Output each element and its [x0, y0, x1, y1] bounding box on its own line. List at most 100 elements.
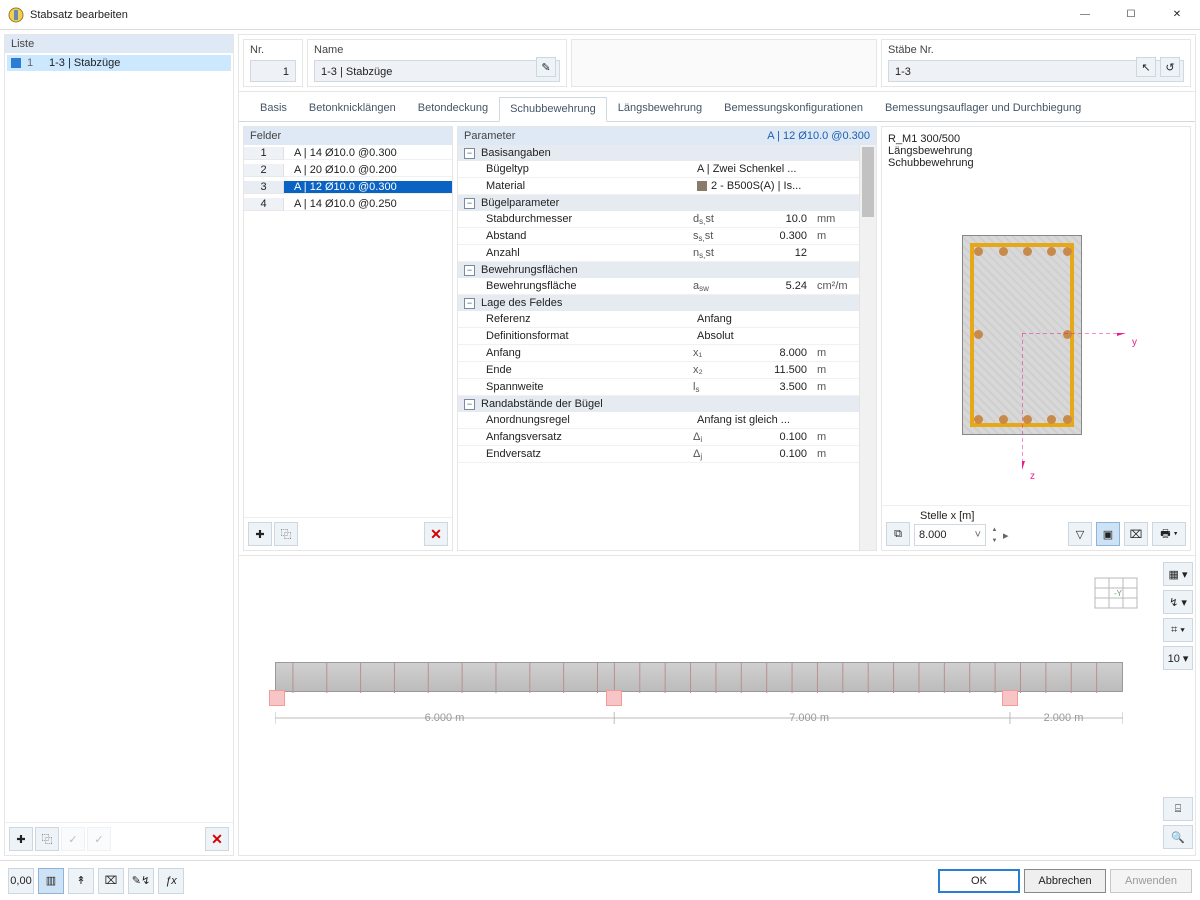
- section-panel: R_M1 300/500 Längsbewehrung Schubbewehru…: [881, 126, 1191, 551]
- top-row: Nr. 1 Name 1-3 | Stabzüge ✎ Stäbe Nr. 1-…: [239, 35, 1195, 92]
- stabe-label: Stäbe Nr.: [888, 44, 1184, 56]
- tree-item-num: 1: [27, 57, 43, 69]
- new-button[interactable]: ✚: [9, 827, 33, 851]
- param-row[interactable]: Anzahlns,st12: [458, 245, 859, 262]
- section-crop-button[interactable]: ▣: [1096, 522, 1120, 546]
- delete-button[interactable]: ✕: [205, 827, 229, 851]
- close-button[interactable]: ✕: [1154, 0, 1200, 29]
- beam-viewer[interactable]: -Y 6.000 m 7.000 m 2.000 m: [245, 562, 1153, 849]
- pencil-button[interactable]: ✎↯: [128, 868, 154, 894]
- felder-row-2[interactable]: 2A | 20 Ø10.0 @0.200: [244, 162, 452, 179]
- view-cube-button[interactable]: ▦ ▾: [1163, 562, 1193, 586]
- felder-new-button[interactable]: ✚: [248, 522, 272, 546]
- app-icon: [8, 7, 24, 23]
- felder-row-3[interactable]: 3A | 12 Ø10.0 @0.300: [244, 179, 452, 196]
- maximize-button[interactable]: ☐: [1108, 0, 1154, 29]
- nr-field[interactable]: 1: [250, 60, 296, 82]
- color-swatch-icon: [11, 58, 21, 68]
- param-row[interactable]: ReferenzAnfang: [458, 311, 859, 328]
- fx-button[interactable]: ƒx: [158, 868, 184, 894]
- param-row[interactable]: Stabdurchmesserds,st10.0mm: [458, 211, 859, 228]
- tab-bemessungskonfigurationen[interactable]: Bemessungskonfigurationen: [713, 96, 874, 121]
- check-down-button[interactable]: ✓: [61, 827, 85, 851]
- tab-laengsbewehrung[interactable]: Längsbewehrung: [607, 96, 713, 121]
- stelle-label: Stelle x [m]: [920, 510, 1064, 522]
- tab-bemessungsauflager[interactable]: Bemessungsauflager und Durchbiegung: [874, 96, 1092, 121]
- param-row[interactable]: Material2 - B500S(A) | Is...: [458, 178, 859, 195]
- stelle-spinner[interactable]: ▲▼: [990, 524, 999, 546]
- stabe-reset-button[interactable]: ↺: [1160, 57, 1180, 77]
- stabe-pick-button[interactable]: ↖: [1136, 57, 1156, 77]
- sidebar: Liste 1 1-3 | Stabzüge ✚ ⿻ ✓ ✓ ✕: [4, 34, 234, 856]
- section-print-button[interactable]: 🖶 ▾: [1152, 522, 1186, 546]
- ok-button[interactable]: OK: [938, 869, 1020, 893]
- felder-row-1[interactable]: 1A | 14 Ø10.0 @0.300: [244, 145, 452, 162]
- beam-graphic: [275, 662, 1123, 692]
- dialog-footer: 0,00 ▥ ↟ ⌧ ✎↯ ƒx OK Abbrechen Anwenden: [0, 860, 1200, 900]
- param-group[interactable]: −Bügelparameter: [458, 195, 859, 211]
- felder-panel: Felder 1A | 14 Ø10.0 @0.3002A | 20 Ø10.0…: [243, 126, 453, 551]
- graph-button[interactable]: ⌧: [98, 868, 124, 894]
- support-handle-1[interactable]: [269, 690, 285, 706]
- param-row[interactable]: BügeltypA | Zwei Schenkel ...: [458, 161, 859, 178]
- view-axis-button[interactable]: ↯ ▾: [1163, 590, 1193, 614]
- stelle-input[interactable]: 8.000˅: [914, 524, 986, 546]
- tree-item-1[interactable]: 1 1-3 | Stabzüge: [7, 55, 231, 71]
- param-group[interactable]: −Basisangaben: [458, 145, 859, 161]
- tab-basis[interactable]: Basis: [249, 96, 298, 121]
- support-handle-2[interactable]: [606, 690, 622, 706]
- view-extra-button[interactable]: ⌸: [1163, 797, 1193, 821]
- color-button[interactable]: ▥: [38, 868, 64, 894]
- param-group[interactable]: −Bewehrungsflächen: [458, 262, 859, 278]
- name-field[interactable]: 1-3 | Stabzüge: [314, 60, 560, 82]
- member-set-tree: 1 1-3 | Stabzüge: [5, 53, 233, 822]
- apply-button[interactable]: Anwenden: [1110, 869, 1192, 893]
- param-row[interactable]: AnordnungsregelAnfang ist gleich ...: [458, 412, 859, 429]
- param-group[interactable]: −Lage des Feldes: [458, 295, 859, 311]
- parameter-scrollbar[interactable]: [859, 145, 876, 550]
- section-plot-button[interactable]: ⌧: [1124, 522, 1148, 546]
- felder-row-4[interactable]: 4A | 14 Ø10.0 @0.250: [244, 196, 452, 213]
- axis-y-label: y: [1132, 337, 1137, 348]
- param-row[interactable]: Spannweitels3.500m: [458, 379, 859, 396]
- svg-text:-Y: -Y: [1114, 589, 1123, 598]
- units-button[interactable]: 0,00: [8, 868, 34, 894]
- minimize-button[interactable]: —: [1062, 0, 1108, 29]
- param-row[interactable]: DefinitionsformatAbsolut: [458, 328, 859, 345]
- param-row[interactable]: Bewehrungsflächeasw5.24cm²/m: [458, 278, 859, 295]
- section-filter-button[interactable]: ▽: [1068, 522, 1092, 546]
- section-info: R_M1 300/500 Längsbewehrung Schubbewehru…: [882, 127, 1190, 175]
- section-layer-button[interactable]: ⧉: [886, 522, 910, 546]
- nr-box: Nr. 1: [243, 39, 303, 87]
- view-scale-button[interactable]: 10 ▾: [1163, 646, 1193, 670]
- dim-3: 2.000 m: [1044, 712, 1084, 724]
- view-zoom-button[interactable]: 🔍: [1163, 825, 1193, 849]
- stabe-box: Stäbe Nr. 1-3 ↖ ↺: [881, 39, 1191, 87]
- tab-schubbewehrung[interactable]: Schubbewehrung: [499, 97, 607, 122]
- param-row[interactable]: EndversatzΔj0.100m: [458, 446, 859, 463]
- section-viewer[interactable]: y z: [882, 175, 1190, 505]
- view-cube[interactable]: -Y: [1093, 574, 1139, 612]
- duplicate-button[interactable]: ⿻: [35, 827, 59, 851]
- felder-duplicate-button[interactable]: ⿻: [274, 522, 298, 546]
- tab-betondeckung[interactable]: Betondeckung: [407, 96, 499, 121]
- arrow-button[interactable]: ↟: [68, 868, 94, 894]
- param-row[interactable]: Abstandss,st0.300m: [458, 228, 859, 245]
- check-up-button[interactable]: ✓: [87, 827, 111, 851]
- name-edit-button[interactable]: ✎: [536, 57, 556, 77]
- felder-rows: 1A | 14 Ø10.0 @0.3002A | 20 Ø10.0 @0.200…: [244, 145, 452, 517]
- cancel-button[interactable]: Abbrechen: [1024, 869, 1106, 893]
- view-grid-button[interactable]: ⌗ ▾: [1163, 618, 1193, 642]
- param-row[interactable]: Endex₂11.500m: [458, 362, 859, 379]
- param-row[interactable]: Anfangx₁8.000m: [458, 345, 859, 362]
- window-title: Stabsatz bearbeiten: [30, 9, 1062, 21]
- param-group[interactable]: −Randabstände der Bügel: [458, 396, 859, 412]
- content: Felder 1A | 14 Ø10.0 @0.3002A | 20 Ø10.0…: [239, 122, 1195, 555]
- felder-delete-button[interactable]: ✕: [424, 522, 448, 546]
- parameter-header-right: A | 12 Ø10.0 @0.300: [767, 130, 870, 142]
- param-row[interactable]: AnfangsversatzΔi0.100m: [458, 429, 859, 446]
- section-title: R_M1 300/500: [888, 133, 1184, 145]
- support-handle-3[interactable]: [1002, 690, 1018, 706]
- tab-betonknicklaengen[interactable]: Betonknicklängen: [298, 96, 407, 121]
- beam-preview-panel: -Y 6.000 m 7.000 m 2.000 m: [239, 555, 1195, 855]
